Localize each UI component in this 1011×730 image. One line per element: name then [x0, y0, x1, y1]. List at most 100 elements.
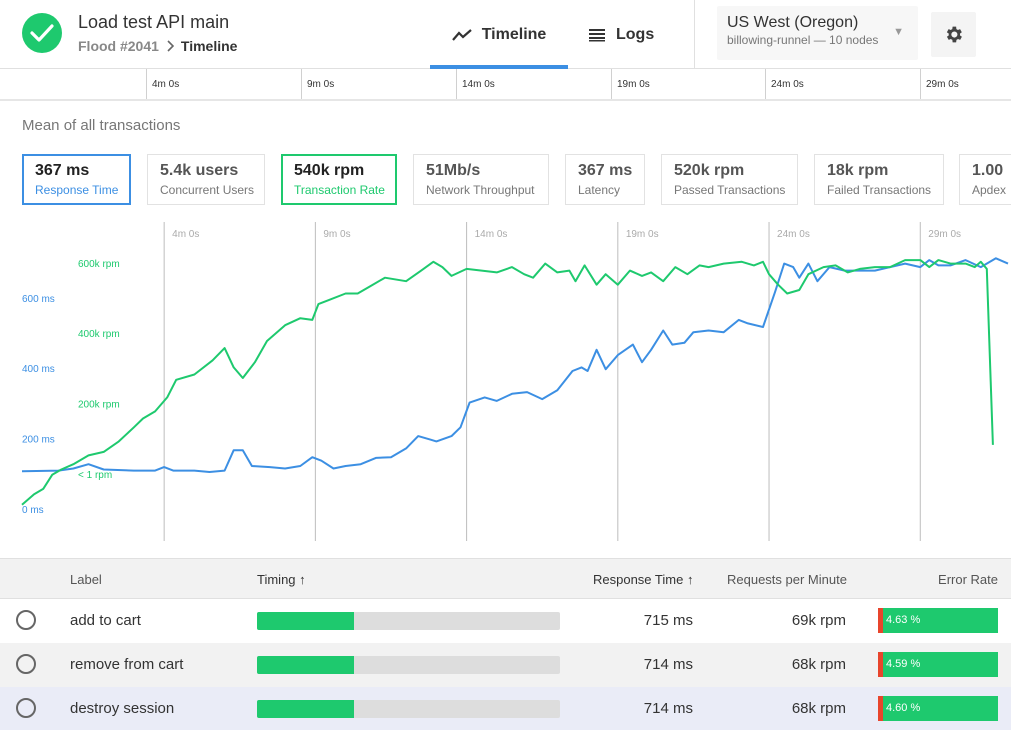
tab-logs[interactable]: Logs	[588, 0, 654, 69]
x-tick-label: 29m 0s	[928, 229, 961, 240]
x-tick-label: 24m 0s	[777, 229, 810, 240]
ruler-tick	[611, 69, 612, 99]
right-axis-label: 600k rpm	[78, 259, 120, 270]
metric-label: Concurrent Users	[160, 183, 255, 197]
metric-card[interactable]: 18k rpm Failed Transactions	[814, 154, 944, 205]
tab-logs-label: Logs	[616, 25, 655, 43]
table-row[interactable]: remove from cart 714 ms 68k rpm 4.59 %	[0, 643, 1011, 687]
metric-card[interactable]: 1.00 Apdex	[959, 154, 1011, 205]
x-tick-label: 4m 0s	[172, 229, 199, 240]
metric-card[interactable]: 5.4k users Concurrent Users	[147, 154, 265, 205]
region-detail: billowing-runnel — 10 nodes	[727, 33, 879, 47]
table-header: Label Timing ↑ Response Time ↑ Requests …	[0, 558, 1011, 599]
error-rate-value: 4.59 %	[886, 658, 921, 670]
ruler-tick-label: 14m 0s	[462, 79, 495, 90]
top-header: Load test API main Flood #2041 Timeline …	[0, 0, 1011, 69]
error-rate-badge: 4.59 %	[878, 652, 998, 677]
breadcrumb: Flood #2041 Timeline	[78, 38, 237, 54]
metric-label: Failed Transactions	[827, 183, 932, 197]
timeline-chart[interactable]: 4m 0s 9m 0s 14m 0s 19m 0s 24m 0s 29m 0s 0 ms 20…	[0, 220, 1011, 550]
timing-bar	[257, 612, 560, 630]
timing-bar-fill	[257, 612, 354, 630]
row-label: remove from cart	[70, 656, 184, 673]
metric-value: 520k rpm	[674, 162, 745, 179]
section-title: Mean of all transactions	[22, 117, 181, 134]
metric-label: Transaction Rate	[294, 183, 385, 197]
metric-label: Network Throughput	[426, 183, 535, 197]
ruler-tick-label: 4m 0s	[152, 79, 180, 90]
x-tick-label: 9m 0s	[323, 229, 350, 240]
column-header-label[interactable]: Label	[70, 572, 102, 587]
breadcrumb-flood-link[interactable]: Flood #2041	[78, 38, 159, 54]
error-rate-fill	[878, 608, 883, 633]
settings-button[interactable]	[931, 12, 976, 57]
column-header-response-time[interactable]: Response Time ↑	[593, 572, 693, 587]
timing-bar	[257, 700, 560, 718]
row-response-time: 715 ms	[643, 612, 693, 629]
table-row[interactable]: destroy session 714 ms 68k rpm 4.60 %	[0, 687, 1011, 730]
metric-value: 540k rpm	[294, 162, 365, 179]
region-selector[interactable]: US West (Oregon) billowing-runnel — 10 n…	[717, 6, 918, 60]
table-row[interactable]: add to cart 715 ms 69k rpm 4.63 %	[0, 599, 1011, 643]
row-response-time: 714 ms	[643, 700, 693, 717]
page-title: Load test API main	[78, 12, 230, 32]
timing-bar-fill	[257, 656, 354, 674]
sort-arrow-icon: ↑	[686, 572, 694, 587]
error-rate-badge: 4.63 %	[878, 608, 998, 633]
tab-timeline-label: Timeline	[481, 25, 547, 43]
check-circle-icon	[22, 13, 62, 53]
sort-arrow-icon: ↑	[299, 572, 306, 587]
ruler-tick	[146, 69, 147, 99]
metric-value: 367 ms	[35, 162, 90, 179]
row-select-radio[interactable]	[16, 698, 36, 718]
chevron-right-icon	[167, 40, 174, 52]
tab-timeline[interactable]: Timeline	[430, 0, 568, 69]
ruler-tick	[301, 69, 302, 99]
ruler-tick-label: 19m 0s	[617, 79, 650, 90]
row-select-radio[interactable]	[16, 654, 36, 674]
left-axis-label: 200 ms	[22, 435, 55, 446]
metric-label: Latency	[578, 183, 621, 197]
metric-label: Response Time	[35, 183, 119, 197]
column-header-rpm[interactable]: Requests per Minute	[727, 572, 847, 587]
row-rpm: 68k rpm	[791, 656, 846, 673]
column-header-error-rate[interactable]: Error Rate	[938, 572, 998, 587]
list-icon	[589, 28, 605, 41]
error-rate-fill	[878, 696, 883, 721]
metric-card[interactable]: 367 ms Latency	[565, 154, 645, 205]
left-axis-label: 0 ms	[22, 505, 44, 516]
row-response-time: 714 ms	[643, 656, 693, 673]
ruler-tick-label: 29m 0s	[926, 79, 959, 90]
column-header-timing[interactable]: Timing ↑	[257, 572, 306, 587]
timeline-chart-icon	[451, 28, 472, 41]
right-axis-label: 200k rpm	[78, 400, 120, 411]
metric-value: 5.4k users	[160, 162, 239, 179]
row-select-radio[interactable]	[16, 610, 36, 630]
dropdown-caret-icon: ▼	[893, 26, 904, 38]
metric-card[interactable]: 367 ms Response Time	[22, 154, 131, 205]
x-tick-label: 14m 0s	[475, 229, 508, 240]
metric-card[interactable]: 51Mb/s Network Throughput	[413, 154, 549, 205]
metric-value: 51Mb/s	[426, 162, 481, 179]
row-rpm: 69k rpm	[791, 612, 846, 629]
row-rpm: 68k rpm	[791, 700, 846, 717]
metric-card[interactable]: 540k rpm Transaction Rate	[281, 154, 397, 205]
error-rate-fill	[878, 652, 883, 677]
metric-value: 18k rpm	[827, 162, 889, 179]
ruler-tick-label: 24m 0s	[771, 79, 804, 90]
right-axis-label: 400k rpm	[78, 329, 120, 340]
metric-card[interactable]: 520k rpm Passed Transactions	[661, 154, 798, 205]
ruler-tick	[456, 69, 457, 99]
row-label: destroy session	[70, 700, 175, 717]
timeline-ruler[interactable]: 4m 0s 9m 0s 14m 0s 19m 0s 24m 0s 29m 0s	[0, 69, 1011, 101]
response-time-series-line	[21, 257, 1009, 473]
metric-label: Passed Transactions	[674, 183, 786, 197]
metric-value: 367 ms	[578, 162, 633, 179]
timing-bar	[257, 656, 560, 674]
metric-value: 1.00	[972, 162, 1004, 179]
column-header-timing-text: Timing	[257, 572, 296, 587]
x-tick-label: 19m 0s	[626, 229, 659, 240]
error-rate-badge: 4.60 %	[878, 696, 998, 721]
row-label: add to cart	[70, 612, 141, 629]
breadcrumb-current: Timeline	[180, 38, 238, 54]
